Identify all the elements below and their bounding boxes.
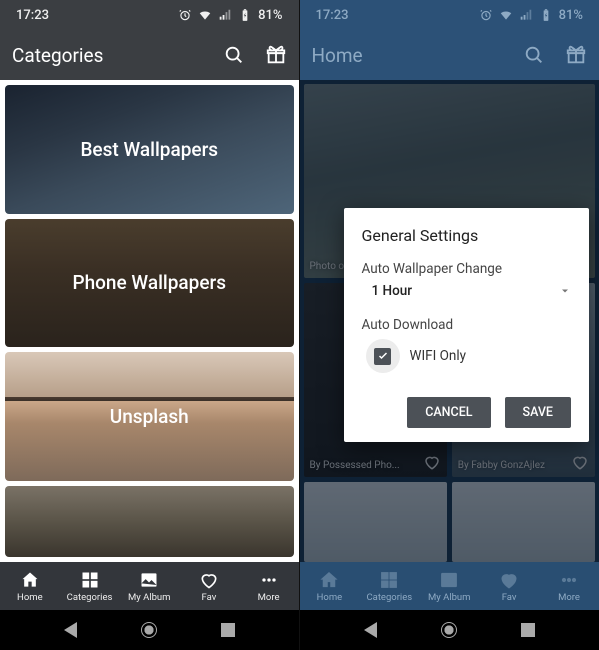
- nav-label: More: [558, 592, 580, 603]
- nav-categories[interactable]: Categories: [359, 570, 419, 603]
- nav-label: Categories: [67, 592, 113, 603]
- wifi-only-checkbox[interactable]: [374, 348, 391, 365]
- signal-icon: [218, 8, 232, 22]
- nav-label: More: [258, 592, 280, 603]
- nav-home[interactable]: Home: [0, 570, 60, 603]
- home-button[interactable]: [141, 622, 157, 638]
- category-label: Unsplash: [110, 405, 189, 428]
- auto-change-value: 1 Hour: [372, 283, 413, 299]
- nav-fav[interactable]: Fav: [179, 570, 239, 603]
- auto-change-label: Auto Wallpaper Change: [362, 261, 572, 277]
- app-actions: [223, 44, 287, 66]
- cancel-button[interactable]: CANCEL: [407, 397, 490, 428]
- back-button[interactable]: [64, 622, 77, 638]
- alarm-icon: [178, 8, 192, 22]
- status-time: 17:23: [316, 8, 349, 23]
- status-icons: 81%: [178, 8, 282, 23]
- battery-icon: [238, 8, 252, 22]
- nav-label: My Album: [128, 592, 171, 603]
- battery-icon: [539, 8, 553, 22]
- system-nav: [0, 610, 299, 650]
- search-icon[interactable]: [523, 44, 545, 66]
- nav-home[interactable]: Home: [300, 570, 360, 603]
- back-button[interactable]: [364, 622, 377, 638]
- grid-icon: [80, 570, 100, 590]
- status-time: 17:23: [16, 8, 49, 23]
- category-label: Best Wallpapers: [80, 138, 218, 161]
- more-icon: [259, 570, 279, 590]
- settings-dialog: General Settings Auto Wallpaper Change 1…: [344, 208, 590, 442]
- phone-left: 17:23 81% Categories Best Wallpapers Pho…: [0, 0, 300, 650]
- category-label: Phone Wallpapers: [72, 271, 226, 294]
- nav-my-album[interactable]: My Album: [119, 570, 179, 603]
- status-battery: 81%: [258, 8, 282, 23]
- dialog-actions: CANCEL SAVE: [362, 397, 572, 428]
- gift-icon[interactable]: [265, 44, 287, 66]
- system-nav: [300, 610, 599, 650]
- nav-categories[interactable]: Categories: [60, 570, 120, 603]
- status-bar: 17:23 81%: [300, 0, 599, 30]
- nav-label: Categories: [366, 592, 412, 603]
- grid-icon: [379, 570, 399, 590]
- signal-icon: [519, 8, 533, 22]
- save-button[interactable]: SAVE: [505, 397, 571, 428]
- category-card[interactable]: Phone Wallpapers: [5, 219, 294, 348]
- status-bar: 17:23 81%: [0, 0, 299, 30]
- categories-content: Best Wallpapers Phone Wallpapers Unsplas…: [0, 80, 299, 562]
- status-icons: 81%: [479, 8, 583, 23]
- wifi-icon: [198, 8, 212, 22]
- home-content: Photo o By Possessed Pho... By Fabby Gon…: [300, 80, 599, 562]
- check-icon: [377, 350, 389, 362]
- wifi-only-row[interactable]: WIFI Only: [362, 335, 572, 377]
- image-icon: [139, 570, 159, 590]
- wifi-icon: [499, 8, 513, 22]
- heart-icon: [199, 570, 219, 590]
- nav-label: Fav: [202, 592, 217, 603]
- status-battery: 81%: [559, 8, 583, 23]
- home-icon: [319, 570, 339, 590]
- nav-label: Fav: [502, 592, 517, 603]
- image-icon: [439, 570, 459, 590]
- app-title: Home: [312, 44, 363, 67]
- nav-label: Home: [317, 592, 343, 603]
- app-actions: [523, 44, 587, 66]
- phone-right: 17:23 81% Home Photo o By Possessed Pho.…: [300, 0, 599, 650]
- chevron-down-icon: [559, 285, 571, 297]
- wifi-only-label: WIFI Only: [410, 348, 467, 364]
- checkbox-highlight: [366, 339, 400, 373]
- nav-more[interactable]: More: [539, 570, 599, 603]
- auto-change-select[interactable]: 1 Hour: [362, 277, 572, 305]
- recents-button[interactable]: [521, 623, 535, 637]
- app-bar: Home: [300, 30, 599, 80]
- nav-label: My Album: [428, 592, 471, 603]
- more-icon: [559, 570, 579, 590]
- category-card[interactable]: [5, 486, 294, 557]
- alarm-icon: [479, 8, 493, 22]
- nav-label: Home: [17, 592, 43, 603]
- nav-my-album[interactable]: My Album: [419, 570, 479, 603]
- search-icon[interactable]: [223, 44, 245, 66]
- heart-icon: [499, 570, 519, 590]
- app-bar: Categories: [0, 30, 299, 80]
- gift-icon[interactable]: [565, 44, 587, 66]
- dialog-title: General Settings: [362, 226, 572, 245]
- recents-button[interactable]: [221, 623, 235, 637]
- auto-download-label: Auto Download: [362, 317, 572, 333]
- home-button[interactable]: [441, 622, 457, 638]
- categories-list[interactable]: Best Wallpapers Phone Wallpapers Unsplas…: [0, 80, 299, 562]
- category-card[interactable]: Best Wallpapers: [5, 85, 294, 214]
- bottom-nav: Home Categories My Album Fav More: [300, 562, 599, 610]
- nav-more[interactable]: More: [239, 570, 299, 603]
- home-icon: [20, 570, 40, 590]
- bottom-nav: Home Categories My Album Fav More: [0, 562, 299, 610]
- app-title: Categories: [12, 44, 103, 67]
- category-card[interactable]: Unsplash: [5, 352, 294, 481]
- nav-fav[interactable]: Fav: [479, 570, 539, 603]
